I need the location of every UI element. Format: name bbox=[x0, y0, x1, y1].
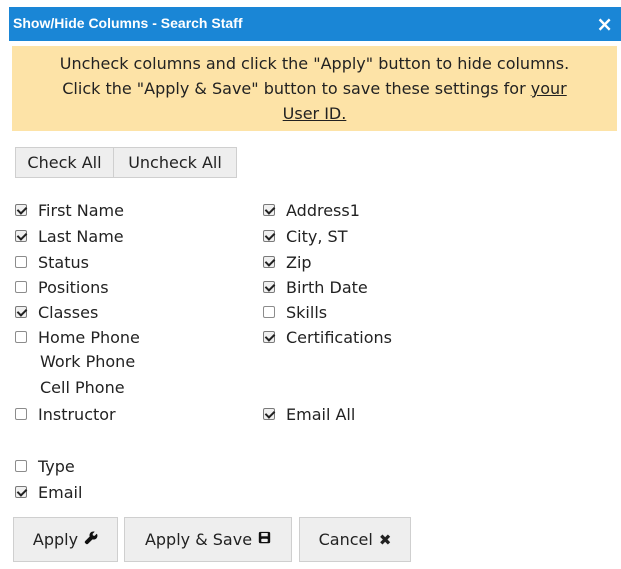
floppy-disk-icon bbox=[258, 531, 271, 548]
cancel-button[interactable]: Cancel ✖ bbox=[299, 517, 411, 562]
your-user-id-link-1[interactable]: your bbox=[531, 79, 567, 98]
checkbox-classes[interactable]: Classes bbox=[15, 299, 98, 325]
checkbox-box[interactable] bbox=[15, 256, 27, 268]
checkbox-box[interactable] bbox=[263, 256, 275, 268]
work-phone-label: Work Phone bbox=[40, 352, 136, 371]
checkbox-label: First Name bbox=[38, 200, 124, 220]
checkbox-box[interactable] bbox=[15, 204, 27, 216]
check-toggle-group: Check All Uncheck All bbox=[15, 147, 237, 178]
checkbox-box[interactable] bbox=[15, 408, 27, 420]
close-icon[interactable]: × bbox=[596, 12, 613, 36]
checkbox-label: Status bbox=[38, 252, 89, 272]
checkbox-label: Positions bbox=[38, 277, 109, 297]
uncheck-all-button[interactable]: Uncheck All bbox=[114, 147, 237, 178]
notice-line-1: Uncheck columns and click the "Apply" bu… bbox=[59, 54, 570, 73]
apply-label: Apply bbox=[32, 530, 79, 549]
cancel-label: Cancel bbox=[318, 530, 373, 549]
checkbox-box[interactable] bbox=[15, 486, 27, 498]
checkbox-label: Email bbox=[38, 482, 83, 502]
checkbox-zip[interactable]: Zip bbox=[263, 249, 312, 275]
checkbox-box[interactable] bbox=[263, 331, 275, 343]
check-all-button[interactable]: Check All bbox=[15, 147, 114, 178]
checkbox-box[interactable] bbox=[15, 331, 27, 343]
show-hide-columns-dialog: Show/Hide Columns - Search Staff × Unche… bbox=[0, 0, 621, 569]
checkbox-label: Skills bbox=[286, 302, 328, 322]
checkbox-label: Last Name bbox=[38, 226, 124, 246]
apply-save-label: Apply & Save bbox=[144, 530, 253, 549]
checkbox-box[interactable] bbox=[263, 408, 275, 420]
close-icon: ✖ bbox=[378, 530, 392, 549]
checkbox-box[interactable] bbox=[263, 230, 275, 242]
checkbox-box[interactable] bbox=[15, 281, 27, 293]
checkbox-city-st[interactable]: City, ST bbox=[263, 223, 347, 249]
checkbox-label: Classes bbox=[38, 302, 99, 322]
checkbox-label: Instructor bbox=[38, 404, 116, 424]
instructions-notice: Uncheck columns and click the "Apply" bu… bbox=[12, 46, 617, 131]
checkbox-home-phone[interactable]: Home Phone bbox=[15, 324, 140, 350]
checkbox-status[interactable]: Status bbox=[15, 249, 89, 275]
apply-button[interactable]: Apply bbox=[13, 517, 118, 562]
checkbox-label: Email All bbox=[286, 404, 356, 424]
checkbox-box[interactable] bbox=[15, 460, 27, 472]
checkbox-box[interactable] bbox=[15, 230, 27, 242]
checkbox-box[interactable] bbox=[15, 306, 27, 318]
wrench-icon bbox=[84, 531, 98, 549]
checkbox-label: Certifications bbox=[286, 327, 392, 347]
checkbox-label: Home Phone bbox=[38, 327, 140, 347]
checkbox-certifications[interactable]: Certifications bbox=[263, 324, 392, 350]
checkbox-box[interactable] bbox=[263, 281, 275, 293]
checkbox-label: Type bbox=[38, 456, 75, 476]
checkbox-label: City, ST bbox=[286, 226, 348, 246]
dialog-title: Show/Hide Columns - Search Staff bbox=[13, 15, 243, 31]
checkbox-box[interactable] bbox=[263, 306, 275, 318]
checkbox-address1[interactable]: Address1 bbox=[263, 197, 360, 223]
cell-phone-label: Cell Phone bbox=[40, 378, 125, 397]
checkbox-last-name[interactable]: Last Name bbox=[15, 223, 124, 249]
checkbox-label: Birth Date bbox=[286, 277, 368, 297]
checkbox-email[interactable]: Email bbox=[15, 479, 82, 505]
checkbox-positions[interactable]: Positions bbox=[15, 274, 109, 300]
checkbox-birth-date[interactable]: Birth Date bbox=[263, 274, 368, 300]
notice-line-2: Click the "Apply & Save" button to save … bbox=[62, 79, 567, 98]
checkbox-label: Address1 bbox=[286, 200, 360, 220]
checkbox-instructor[interactable]: Instructor bbox=[15, 401, 116, 427]
checkbox-label: Zip bbox=[286, 252, 312, 272]
checkbox-first-name[interactable]: First Name bbox=[15, 197, 124, 223]
dialog-titlebar: Show/Hide Columns - Search Staff × bbox=[9, 7, 621, 41]
notice-line-3: User ID. bbox=[12, 101, 617, 126]
checkbox-skills[interactable]: Skills bbox=[263, 299, 327, 325]
checkbox-box[interactable] bbox=[263, 204, 275, 216]
your-user-id-link-2[interactable]: User ID. bbox=[283, 104, 347, 123]
checkbox-email-all[interactable]: Email All bbox=[263, 401, 355, 427]
checkbox-type[interactable]: Type bbox=[15, 453, 75, 479]
apply-save-button[interactable]: Apply & Save bbox=[124, 517, 292, 562]
